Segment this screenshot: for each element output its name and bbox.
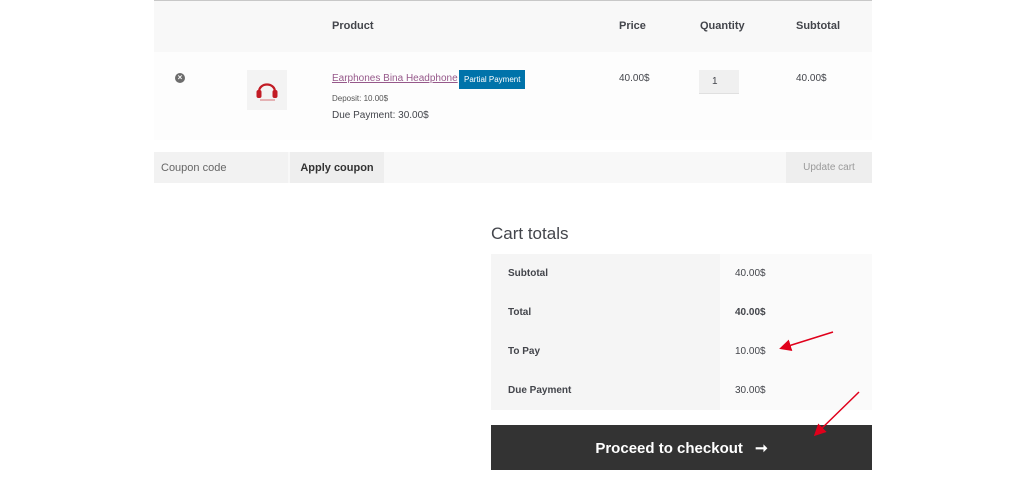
product-thumbnail[interactable] <box>247 70 287 110</box>
header-product: Product <box>332 20 374 32</box>
partial-payment-badge: Partial Payment <box>459 70 526 89</box>
header-price: Price <box>619 20 646 32</box>
proceed-to-checkout-button[interactable]: Proceed to checkout ➞ <box>491 425 872 470</box>
due-payment-amount: Due Payment: 30.00$ <box>332 110 429 121</box>
cart-actions: Apply coupon Update cart <box>154 152 872 183</box>
headphone-icon <box>256 83 278 101</box>
totals-value: 40.00$ <box>720 293 872 332</box>
cart-table: Product Price Quantity Subtotal × Earpho… <box>154 0 872 140</box>
item-price: 40.00$ <box>619 73 650 84</box>
cart-totals-table: Subtotal 40.00$ Total 40.00$ To Pay 10.0… <box>491 254 872 410</box>
update-cart-button[interactable]: Update cart <box>786 152 872 183</box>
totals-value: 10.00$ <box>720 332 872 371</box>
totals-label: Total <box>491 293 720 332</box>
totals-label: To Pay <box>491 332 720 371</box>
totals-label: Due Payment <box>491 371 720 410</box>
remove-item-icon[interactable]: × <box>175 73 185 83</box>
apply-coupon-button[interactable]: Apply coupon <box>290 152 384 183</box>
checkout-label: Proceed to checkout <box>595 439 743 457</box>
totals-row-due-payment: Due Payment 30.00$ <box>491 371 872 410</box>
arrow-right-icon: ➞ <box>755 439 768 457</box>
cart-item-row: × Earphones Bina Headphone Partial Payme… <box>154 52 872 140</box>
totals-row-total: Total 40.00$ <box>491 293 872 332</box>
header-subtotal: Subtotal <box>796 20 840 32</box>
totals-row-subtotal: Subtotal 40.00$ <box>491 254 872 293</box>
cart-table-header: Product Price Quantity Subtotal <box>154 0 872 53</box>
totals-value: 30.00$ <box>720 371 872 410</box>
coupon-code-input[interactable] <box>154 152 288 183</box>
totals-label: Subtotal <box>491 254 720 293</box>
product-name-link[interactable]: Earphones Bina Headphone <box>332 73 458 84</box>
totals-value: 40.00$ <box>720 254 872 293</box>
deposit-amount: Deposit: 10.00$ <box>332 94 389 103</box>
item-subtotal: 40.00$ <box>796 73 827 84</box>
quantity-input[interactable] <box>699 70 739 94</box>
cart-totals-title: Cart totals <box>491 224 569 243</box>
totals-row-to-pay: To Pay 10.00$ <box>491 332 872 371</box>
header-quantity: Quantity <box>700 20 745 32</box>
